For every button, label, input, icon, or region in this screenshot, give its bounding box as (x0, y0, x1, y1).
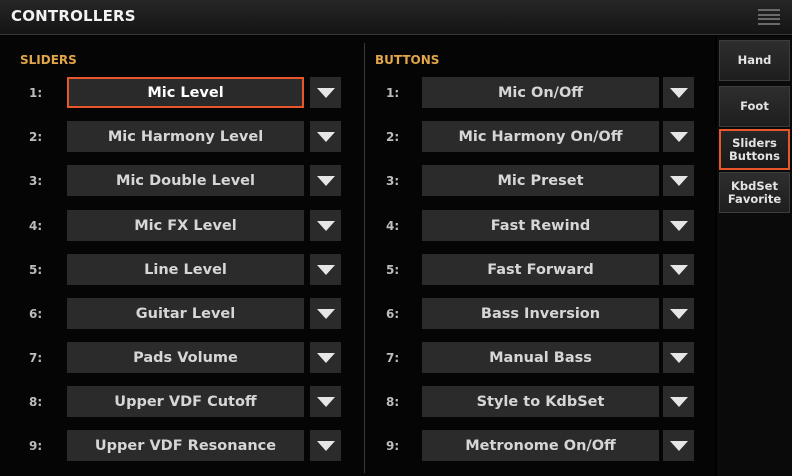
side-tab-sliders[interactable]: Sliders Buttons (719, 129, 790, 170)
dropdown-arrow-icon[interactable] (663, 298, 694, 329)
triangle-down-icon (316, 175, 335, 186)
dropdown-arrow-icon[interactable] (310, 386, 341, 417)
button-index: 4: (386, 219, 400, 233)
triangle-down-icon (316, 440, 335, 451)
side-tab-kbdset[interactable]: KbdSet Favorite (719, 172, 790, 213)
buttons-section-title: BUTTONS (375, 53, 440, 67)
triangle-down-icon (669, 440, 688, 451)
slider-assignment-field[interactable]: Upper VDF Resonance (67, 430, 304, 461)
dropdown-arrow-icon[interactable] (310, 254, 341, 285)
triangle-down-icon (316, 87, 335, 98)
button-assignment-field[interactable]: Mic Preset (422, 165, 659, 196)
slider-index: 1: (29, 86, 43, 100)
side-tab-foot[interactable]: Foot (719, 86, 790, 127)
column-divider (364, 43, 365, 473)
dropdown-arrow-icon[interactable] (663, 165, 694, 196)
dropdown-arrow-icon[interactable] (663, 386, 694, 417)
button-index: 1: (386, 86, 400, 100)
slider-index: 3: (29, 174, 43, 188)
button-assignment-field[interactable]: Manual Bass (422, 342, 659, 373)
dropdown-arrow-icon[interactable] (310, 165, 341, 196)
triangle-down-icon (669, 308, 688, 319)
slider-index: 4: (29, 219, 43, 233)
dropdown-arrow-icon[interactable] (310, 77, 341, 108)
slider-assignment-field[interactable]: Line Level (67, 254, 304, 285)
button-index: 2: (386, 130, 400, 144)
triangle-down-icon (669, 220, 688, 231)
dropdown-arrow-icon[interactable] (310, 210, 341, 241)
sliders-section-title: SLIDERS (20, 53, 77, 67)
button-assignment-field[interactable]: Fast Forward (422, 254, 659, 285)
slider-assignment-field[interactable]: Mic Harmony Level (67, 121, 304, 152)
title-bar: CONTROLLERS (0, 0, 792, 35)
dropdown-arrow-icon[interactable] (310, 342, 341, 373)
triangle-down-icon (316, 352, 335, 363)
button-assignment-field[interactable]: Bass Inversion (422, 298, 659, 329)
page-title: CONTROLLERS (11, 7, 136, 25)
button-index: 7: (386, 351, 400, 365)
triangle-down-icon (669, 352, 688, 363)
button-assignment-field[interactable]: Mic On/Off (422, 77, 659, 108)
slider-index: 8: (29, 395, 43, 409)
slider-index: 7: (29, 351, 43, 365)
slider-index: 9: (29, 439, 43, 453)
button-assignment-field[interactable]: Mic Harmony On/Off (422, 121, 659, 152)
slider-index: 2: (29, 130, 43, 144)
button-index: 6: (386, 307, 400, 321)
triangle-down-icon (669, 264, 688, 275)
button-assignment-field[interactable]: Fast Rewind (422, 210, 659, 241)
button-index: 9: (386, 439, 400, 453)
button-assignment-field[interactable]: Metronome On/Off (422, 430, 659, 461)
dropdown-arrow-icon[interactable] (663, 254, 694, 285)
button-index: 8: (386, 395, 400, 409)
dropdown-arrow-icon[interactable] (663, 430, 694, 461)
menu-icon[interactable] (758, 9, 780, 25)
button-index: 3: (386, 174, 400, 188)
slider-assignment-field[interactable]: Mic Level (67, 77, 304, 108)
slider-assignment-field[interactable]: Upper VDF Cutoff (67, 386, 304, 417)
slider-index: 6: (29, 307, 43, 321)
slider-assignment-field[interactable]: Mic Double Level (67, 165, 304, 196)
dropdown-arrow-icon[interactable] (663, 210, 694, 241)
triangle-down-icon (316, 308, 335, 319)
triangle-down-icon (669, 131, 688, 142)
side-tab-hand[interactable]: Hand (719, 40, 790, 81)
slider-assignment-field[interactable]: Mic FX Level (67, 210, 304, 241)
triangle-down-icon (669, 87, 688, 98)
slider-index: 5: (29, 263, 43, 277)
slider-assignment-field[interactable]: Pads Volume (67, 342, 304, 373)
triangle-down-icon (316, 264, 335, 275)
button-index: 5: (386, 263, 400, 277)
dropdown-arrow-icon[interactable] (663, 121, 694, 152)
button-assignment-field[interactable]: Style to KdbSet (422, 386, 659, 417)
triangle-down-icon (316, 220, 335, 231)
slider-assignment-field[interactable]: Guitar Level (67, 298, 304, 329)
dropdown-arrow-icon[interactable] (310, 298, 341, 329)
triangle-down-icon (669, 396, 688, 407)
triangle-down-icon (669, 175, 688, 186)
dropdown-arrow-icon[interactable] (310, 430, 341, 461)
triangle-down-icon (316, 131, 335, 142)
dropdown-arrow-icon[interactable] (310, 121, 341, 152)
dropdown-arrow-icon[interactable] (663, 77, 694, 108)
triangle-down-icon (316, 396, 335, 407)
dropdown-arrow-icon[interactable] (663, 342, 694, 373)
